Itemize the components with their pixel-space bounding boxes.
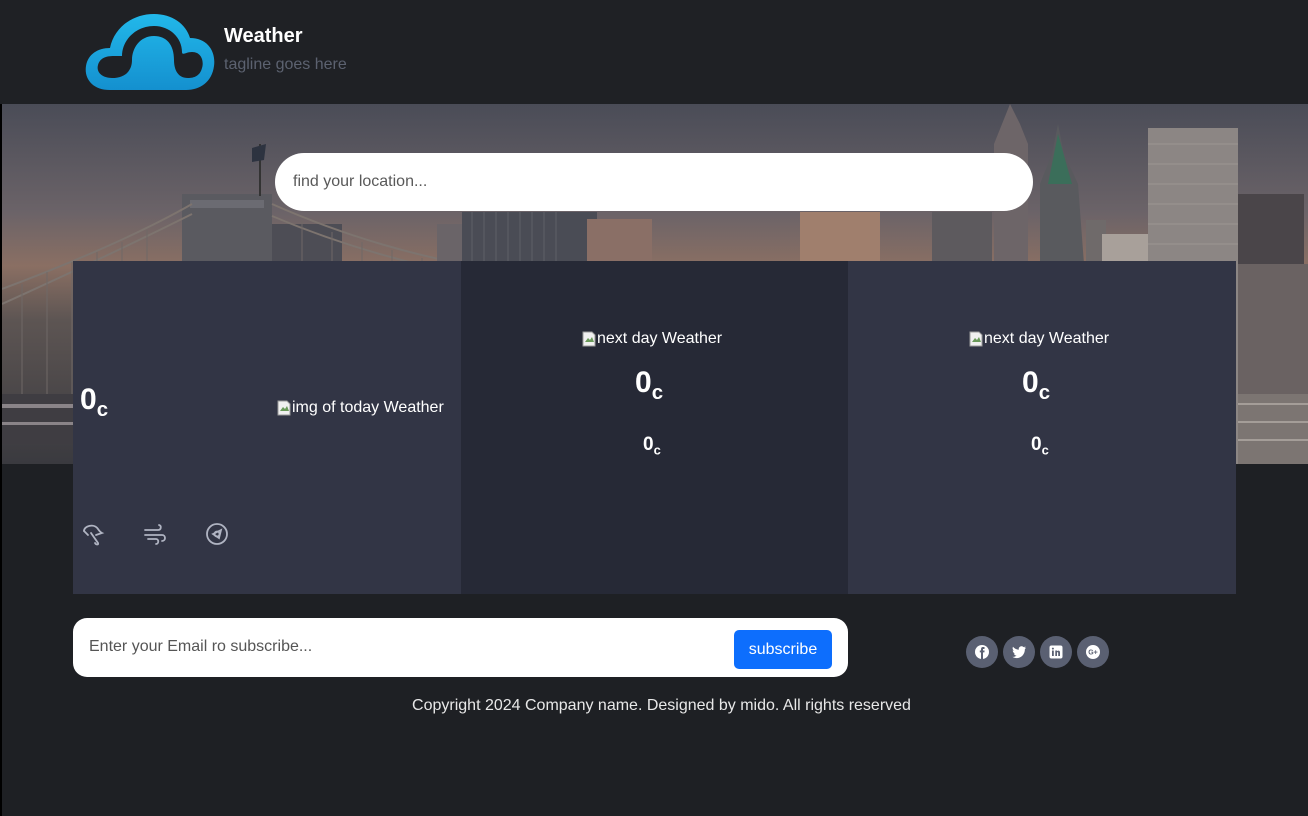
day3-weather-image: next day Weather: [969, 330, 1109, 348]
day3-weather-image-alt: next day Weather: [984, 330, 1110, 347]
compass-icon: [204, 521, 230, 547]
broken-image-icon: [969, 331, 983, 347]
brand-title: Weather: [224, 25, 303, 47]
social-links: G+: [966, 636, 1109, 668]
day3-max-temperature: 0c: [1022, 366, 1050, 405]
broken-image-icon: [582, 331, 596, 347]
google-plus-icon[interactable]: G+: [1077, 636, 1109, 668]
brand-tagline: tagline goes here: [224, 56, 347, 73]
today-weather-image-alt: img of today Weather: [292, 399, 444, 416]
day3-max-temp-value: 0: [1022, 366, 1039, 399]
day-after-forecast-card: [848, 261, 1236, 594]
day2-max-temperature: 0c: [635, 366, 663, 405]
today-temp-value: 0: [80, 383, 97, 416]
today-weather-image: img of today Weather: [277, 399, 444, 417]
header: Weather tagline goes here: [0, 0, 1308, 104]
day2-max-temp-unit: c: [651, 382, 664, 405]
today-temperature: 0c: [80, 383, 108, 422]
day2-max-temp-value: 0: [635, 366, 652, 399]
day2-weather-image-alt: next day Weather: [597, 330, 723, 347]
umbrella-icon: [80, 521, 106, 547]
subscribe-form: subscribe: [73, 618, 848, 677]
today-details-row: [80, 521, 230, 547]
day2-weather-image: next day Weather: [582, 330, 722, 348]
broken-image-icon: [277, 400, 291, 416]
day2-min-temp-value: 0: [643, 434, 654, 455]
email-input[interactable]: [89, 628, 709, 666]
day3-min-temp-unit: c: [1041, 442, 1049, 458]
twitter-icon[interactable]: [1003, 636, 1035, 668]
subscribe-button[interactable]: subscribe: [734, 630, 832, 669]
day3-max-temp-unit: c: [1038, 382, 1051, 405]
day2-min-temp-unit: c: [653, 442, 661, 458]
copyright-text: Copyright 2024 Company name. Designed by…: [412, 697, 911, 714]
next-day-forecast-card: [461, 261, 848, 594]
day3-min-temperature: 0c: [1031, 434, 1049, 458]
facebook-icon[interactable]: [966, 636, 998, 668]
today-temp-unit: c: [96, 399, 109, 422]
cloud-icon[interactable]: [82, 10, 218, 94]
day2-min-temperature: 0c: [643, 434, 661, 458]
svg-text:G+: G+: [1088, 650, 1098, 657]
search-input[interactable]: [275, 153, 1033, 211]
wind-icon: [142, 521, 168, 547]
day3-min-temp-value: 0: [1031, 434, 1042, 455]
linkedin-icon[interactable]: [1040, 636, 1072, 668]
